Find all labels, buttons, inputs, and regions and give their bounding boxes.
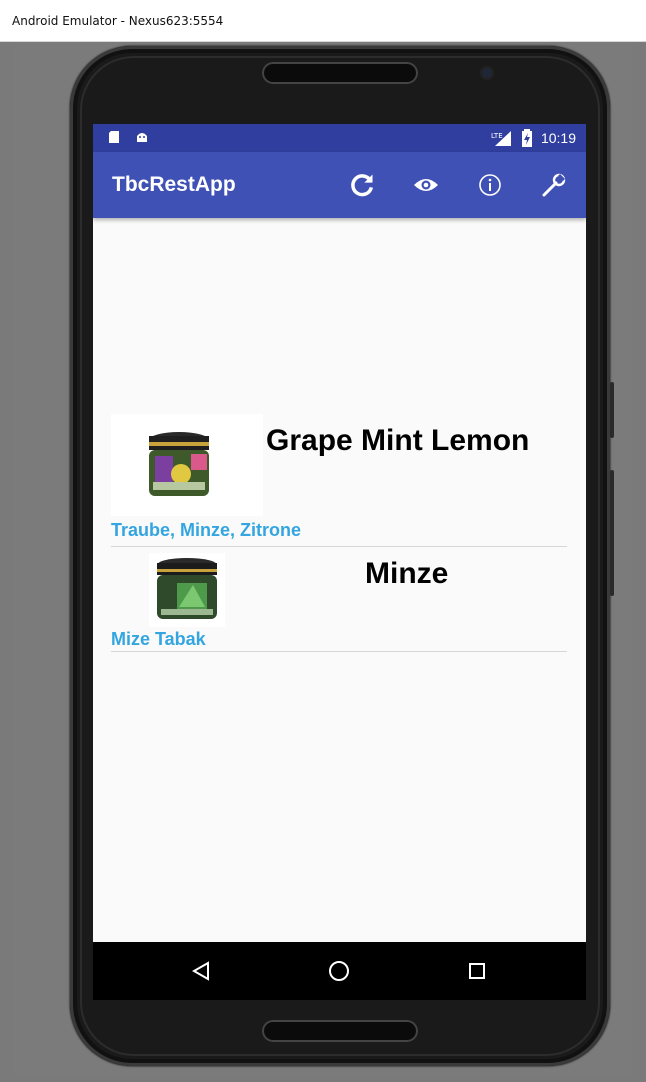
status-time: 10:19: [540, 130, 576, 146]
battery-charging-icon: [521, 129, 532, 147]
volume-rocker[interactable]: [610, 470, 614, 596]
info-button[interactable]: [458, 152, 522, 218]
product-list: Grape Mint Lemon Traube, Minze, Zitrone …: [111, 414, 567, 652]
recents-icon: [469, 963, 485, 979]
signal-icon: LTE: [491, 131, 511, 146]
navigation-bar: [93, 942, 586, 1000]
front-camera: [482, 68, 492, 78]
device-screen: LTE 10:19 TbcRestApp Grape Mint Lemon Tr…: [93, 124, 586, 942]
android-icon: [137, 133, 147, 142]
back-button[interactable]: [171, 942, 231, 1000]
refresh-icon: [351, 174, 374, 197]
tobacco-jar-icon: [149, 432, 209, 496]
sd-card-icon: [109, 131, 119, 143]
tobacco-jar-icon: [157, 558, 217, 619]
network-badge: LTE: [491, 132, 503, 140]
product-name: Minze: [365, 557, 449, 590]
recents-button[interactable]: [447, 942, 507, 1000]
wrench-icon: [542, 173, 566, 197]
list-item[interactable]: Grape Mint Lemon Traube, Minze, Zitrone: [111, 414, 567, 547]
app-title: TbcRestApp: [112, 173, 236, 196]
product-description: Traube, Minze, Zitrone: [111, 520, 302, 540]
product-image: [149, 553, 225, 627]
product-description: Mize Tabak: [111, 629, 206, 649]
home-button[interactable]: [309, 942, 369, 1000]
product-image: [111, 414, 263, 516]
eye-icon: [414, 179, 438, 191]
status-bar: LTE 10:19: [93, 124, 586, 152]
list-item[interactable]: Minze Mize Tabak: [111, 547, 567, 652]
settings-button[interactable]: [522, 152, 586, 218]
info-icon: [479, 174, 501, 196]
app-bar: TbcRestApp: [93, 152, 586, 218]
product-name: Grape Mint Lemon: [266, 424, 530, 457]
emulator-window-title: Android Emulator - Nexus623:5554: [0, 0, 646, 42]
earpiece-speaker: [262, 62, 418, 84]
power-button[interactable]: [610, 382, 614, 438]
home-icon: [329, 961, 349, 981]
view-button[interactable]: [394, 152, 458, 218]
back-icon: [192, 961, 209, 981]
refresh-button[interactable]: [330, 152, 394, 218]
bottom-speaker: [262, 1020, 418, 1042]
